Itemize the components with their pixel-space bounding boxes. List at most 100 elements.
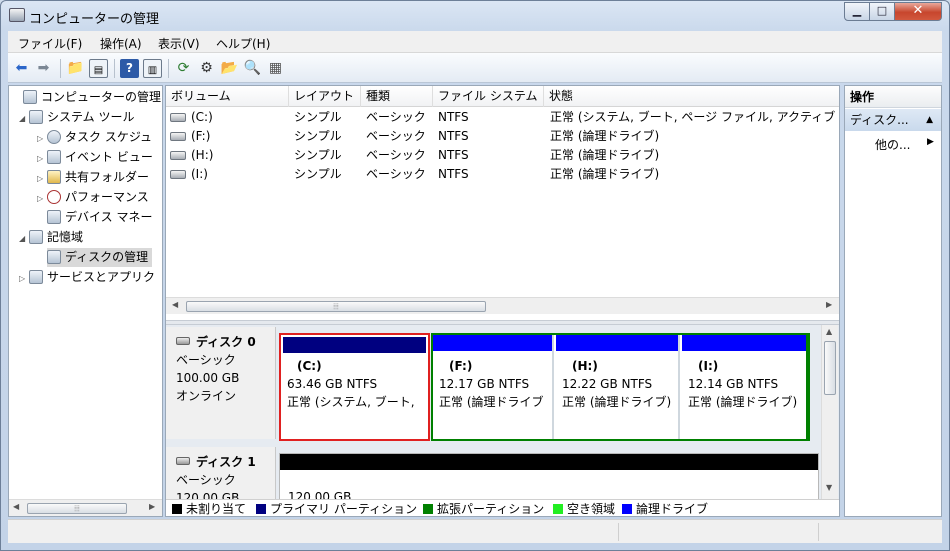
column-volume[interactable]: ボリューム: [166, 86, 289, 107]
open-folder-icon: 📂: [220, 60, 239, 76]
menu-file[interactable]: ファイル(F): [18, 35, 82, 52]
drive-icon: [170, 113, 186, 122]
properties-button[interactable]: ▥: [143, 59, 162, 78]
toolbar: ⬅ ➡ 📁 ▤ ? ▥ ⟳ ⚙ 📂 🔍 ▦: [8, 53, 942, 83]
partition-f-bar: [433, 335, 552, 351]
status-segment: [818, 523, 942, 541]
expand-icon[interactable]: ▷: [37, 149, 47, 168]
disk-view-vertical-scrollbar[interactable]: ▲ ▼: [821, 325, 838, 499]
scrollbar-thumb[interactable]: ⦙⦙⦙: [27, 503, 127, 514]
menu-view[interactable]: 表示(V): [158, 35, 200, 52]
show-hide-tree-button[interactable]: ▤: [89, 59, 108, 78]
volume-row-f[interactable]: (F:) シンプル ベーシック NTFS 正常 (論理ドライブ): [166, 127, 839, 146]
tree-item-services-applications[interactable]: ▷ サービスとアプリク: [19, 268, 155, 287]
open-button[interactable]: 📂: [220, 59, 239, 78]
minimize-button[interactable]: ▁: [844, 2, 870, 21]
drive-icon: [170, 151, 186, 160]
column-type[interactable]: 種類: [361, 86, 433, 107]
scroll-up-icon[interactable]: ▲: [826, 327, 832, 336]
drive-icon: [170, 170, 186, 179]
performance-icon: [47, 190, 61, 204]
window-title: コンピューターの管理: [29, 12, 160, 27]
scrollbar-thumb[interactable]: ⦙⦙⦙: [186, 301, 486, 312]
tools-icon: [29, 110, 43, 124]
maximize-button[interactable]: □: [869, 2, 895, 21]
close-button[interactable]: ✕: [894, 2, 942, 21]
submenu-arrow-icon: ▶: [927, 137, 934, 147]
expand-icon[interactable]: ▷: [19, 269, 29, 288]
title-bar[interactable]: コンピューターの管理 ▁ □ ✕: [1, 1, 949, 31]
back-button[interactable]: ⬅: [12, 59, 31, 78]
disk-management-icon: [47, 250, 61, 264]
minimize-icon: ▁: [852, 4, 862, 17]
expand-icon[interactable]: ▷: [37, 129, 47, 148]
partition-legend: 未割り当て プライマリ パーティション 拡張パーティション 空き領域 論理ドライ…: [166, 499, 839, 516]
storage-icon: [29, 230, 43, 244]
search-icon: 🔍: [243, 60, 262, 76]
tree-item-task-scheduler[interactable]: ▷ タスク スケジュ: [37, 128, 152, 147]
tree-item-system-tools[interactable]: ◢ システム ツール: [19, 108, 134, 127]
scroll-right-icon[interactable]: ▶: [149, 502, 155, 511]
column-status[interactable]: 状態: [544, 86, 839, 107]
menu-help[interactable]: ヘルプ(H): [216, 35, 270, 52]
scroll-left-icon[interactable]: ◀: [172, 300, 178, 309]
tree-item-performance[interactable]: ▷ パフォーマンス: [37, 188, 149, 207]
help-button[interactable]: ?: [120, 59, 139, 78]
actions-more[interactable]: 他の... ▶: [875, 136, 941, 153]
status-segment: [618, 523, 818, 541]
disk-graph-view: ディスク 0 ベーシック 100.00 GB オンライン (C:) 63.46 …: [166, 325, 839, 516]
tree-item-device-manager[interactable]: デバイス マネー: [37, 208, 152, 227]
disk-0-label[interactable]: ディスク 0 ベーシック 100.00 GB オンライン: [166, 327, 276, 439]
expand-icon[interactable]: ▷: [37, 169, 47, 188]
partition-h[interactable]: (H:) 12.22 GB NTFS 正常 (論理ドライブ): [556, 335, 680, 439]
tree-item-computer-management[interactable]: コンピューターの管理: [13, 88, 161, 107]
legend-unallocated: 未割り当て: [172, 500, 246, 516]
volume-list-horizontal-scrollbar[interactable]: ◀ ⦙⦙⦙ ▶: [166, 297, 839, 314]
device-manager-icon: [47, 210, 61, 224]
volume-row-i[interactable]: (I:) シンプル ベーシック NTFS 正常 (論理ドライブ): [166, 165, 839, 184]
refresh-button[interactable]: ⟳: [174, 59, 193, 78]
tree-item-shared-folders[interactable]: ▷ 共有フォルダー: [37, 168, 149, 187]
partition-c[interactable]: (C:) 63.46 GB NTFS 正常 (システム, ブート,: [279, 333, 430, 441]
partition-i[interactable]: (I:) 12.14 GB NTFS 正常 (論理ドライブ): [682, 335, 806, 439]
expand-icon[interactable]: ▷: [37, 189, 47, 208]
tree-item-event-viewer[interactable]: ▷ イベント ビュー: [37, 148, 153, 167]
legend-free-space: 空き領域: [553, 500, 615, 516]
event-viewer-icon: [47, 150, 61, 164]
collapse-icon[interactable]: ◢: [19, 229, 29, 248]
menu-action[interactable]: 操作(A): [100, 35, 142, 52]
scroll-left-icon[interactable]: ◀: [13, 502, 19, 511]
legend-extended-partition: 拡張パーティション: [423, 500, 544, 516]
collapse-icon[interactable]: ◢: [19, 109, 29, 128]
extended-partition: (F:) 12.17 GB NTFS 正常 (論理ドライブ (H:) 12.22…: [431, 333, 810, 441]
forward-button[interactable]: ➡: [34, 59, 53, 78]
tree-horizontal-scrollbar[interactable]: ◀ ⦙⦙⦙ ▶: [9, 499, 162, 516]
disk-icon: [176, 337, 190, 345]
actions-group-disk-management[interactable]: ディスク... ▲: [845, 109, 941, 131]
settings-button[interactable]: ⚙: [197, 59, 216, 78]
scrollbar-thumb[interactable]: [824, 341, 836, 395]
computer-management-icon: [23, 90, 37, 104]
back-arrow-icon: ⬅: [15, 60, 28, 76]
volume-row-c[interactable]: (C:) シンプル ベーシック NTFS 正常 (システム, ブート, ページ …: [166, 108, 839, 127]
collapse-up-icon[interactable]: ▲: [926, 109, 933, 131]
show-hide-tree-icon: ▤: [93, 65, 104, 76]
legend-logical-drive: 論理ドライブ: [622, 500, 708, 516]
search-button[interactable]: 🔍: [243, 59, 262, 78]
drive-icon: [170, 132, 186, 141]
tree-item-storage[interactable]: ◢ 記憶域: [19, 228, 83, 247]
column-filesystem[interactable]: ファイル システム: [433, 86, 544, 107]
up-button[interactable]: 📁: [66, 59, 85, 78]
close-icon: ✕: [912, 3, 924, 18]
export-icon: ▦: [268, 60, 283, 76]
tree-item-disk-management[interactable]: ディスクの管理: [47, 248, 153, 267]
export-button[interactable]: ▦: [266, 59, 285, 78]
scroll-right-icon[interactable]: ▶: [826, 300, 832, 309]
navigation-tree: コンピューターの管理 ◢ システム ツール ▷ タスク スケジュ ▷ イベント ビュー…: [8, 85, 163, 517]
volume-row-h[interactable]: (H:) シンプル ベーシック NTFS 正常 (論理ドライブ): [166, 146, 839, 165]
properties-icon: ▥: [147, 65, 158, 76]
column-layout[interactable]: レイアウト: [289, 86, 361, 107]
menu-bar: ファイル(F) 操作(A) 表示(V) ヘルプ(H): [8, 31, 942, 53]
partition-f[interactable]: (F:) 12.17 GB NTFS 正常 (論理ドライブ: [433, 335, 554, 439]
scroll-down-icon[interactable]: ▼: [826, 483, 832, 492]
